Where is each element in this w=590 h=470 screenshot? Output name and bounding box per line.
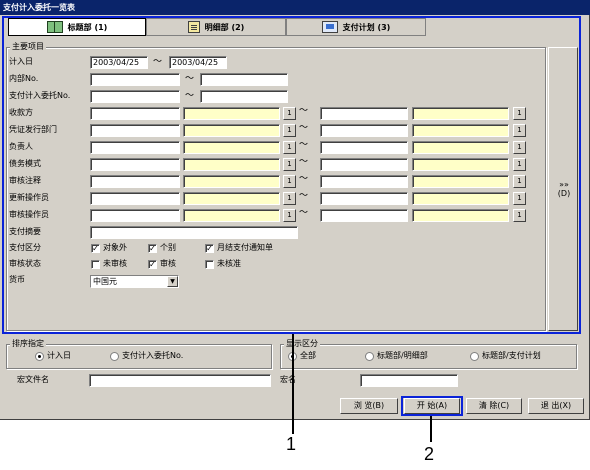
- sort-group-title: 排序指定: [10, 338, 46, 349]
- display-radio-header-detail-label: 标题部/明细部: [377, 351, 428, 360]
- display-radio-header-detail[interactable]: [365, 352, 374, 361]
- sort-radio-payment-no-label: 支付计入委托No.: [122, 351, 184, 360]
- display-group-title: 显示区分: [284, 338, 320, 349]
- highlight-frame-start-button: [401, 396, 463, 416]
- clear-button[interactable]: 清 除(C): [466, 398, 522, 414]
- sort-radio-payment-no[interactable]: [110, 352, 119, 361]
- window-title: 支付计入委托一览表: [0, 0, 590, 15]
- highlight-frame-tab-area: [2, 16, 581, 334]
- callout-number-2: 2: [424, 444, 435, 464]
- display-radio-header-plan[interactable]: [470, 352, 479, 361]
- callout-line-2: [430, 416, 432, 442]
- sort-radio-entry-date-label: 计入日: [47, 351, 71, 360]
- macro-file-label: 宏文件名: [17, 375, 49, 384]
- macro-name-input[interactable]: [360, 374, 458, 387]
- browse-button[interactable]: 浏 览(B): [340, 398, 398, 414]
- display-radio-all-label: 全部: [300, 351, 316, 360]
- sort-radio-entry-date[interactable]: [35, 352, 44, 361]
- display-radio-header-plan-label: 标题部/支付计划: [482, 351, 541, 360]
- macro-file-input[interactable]: [89, 374, 271, 387]
- callout-line-1: [292, 334, 294, 434]
- exit-button[interactable]: 退 出(X): [528, 398, 584, 414]
- callout-number-1: 1: [286, 434, 297, 454]
